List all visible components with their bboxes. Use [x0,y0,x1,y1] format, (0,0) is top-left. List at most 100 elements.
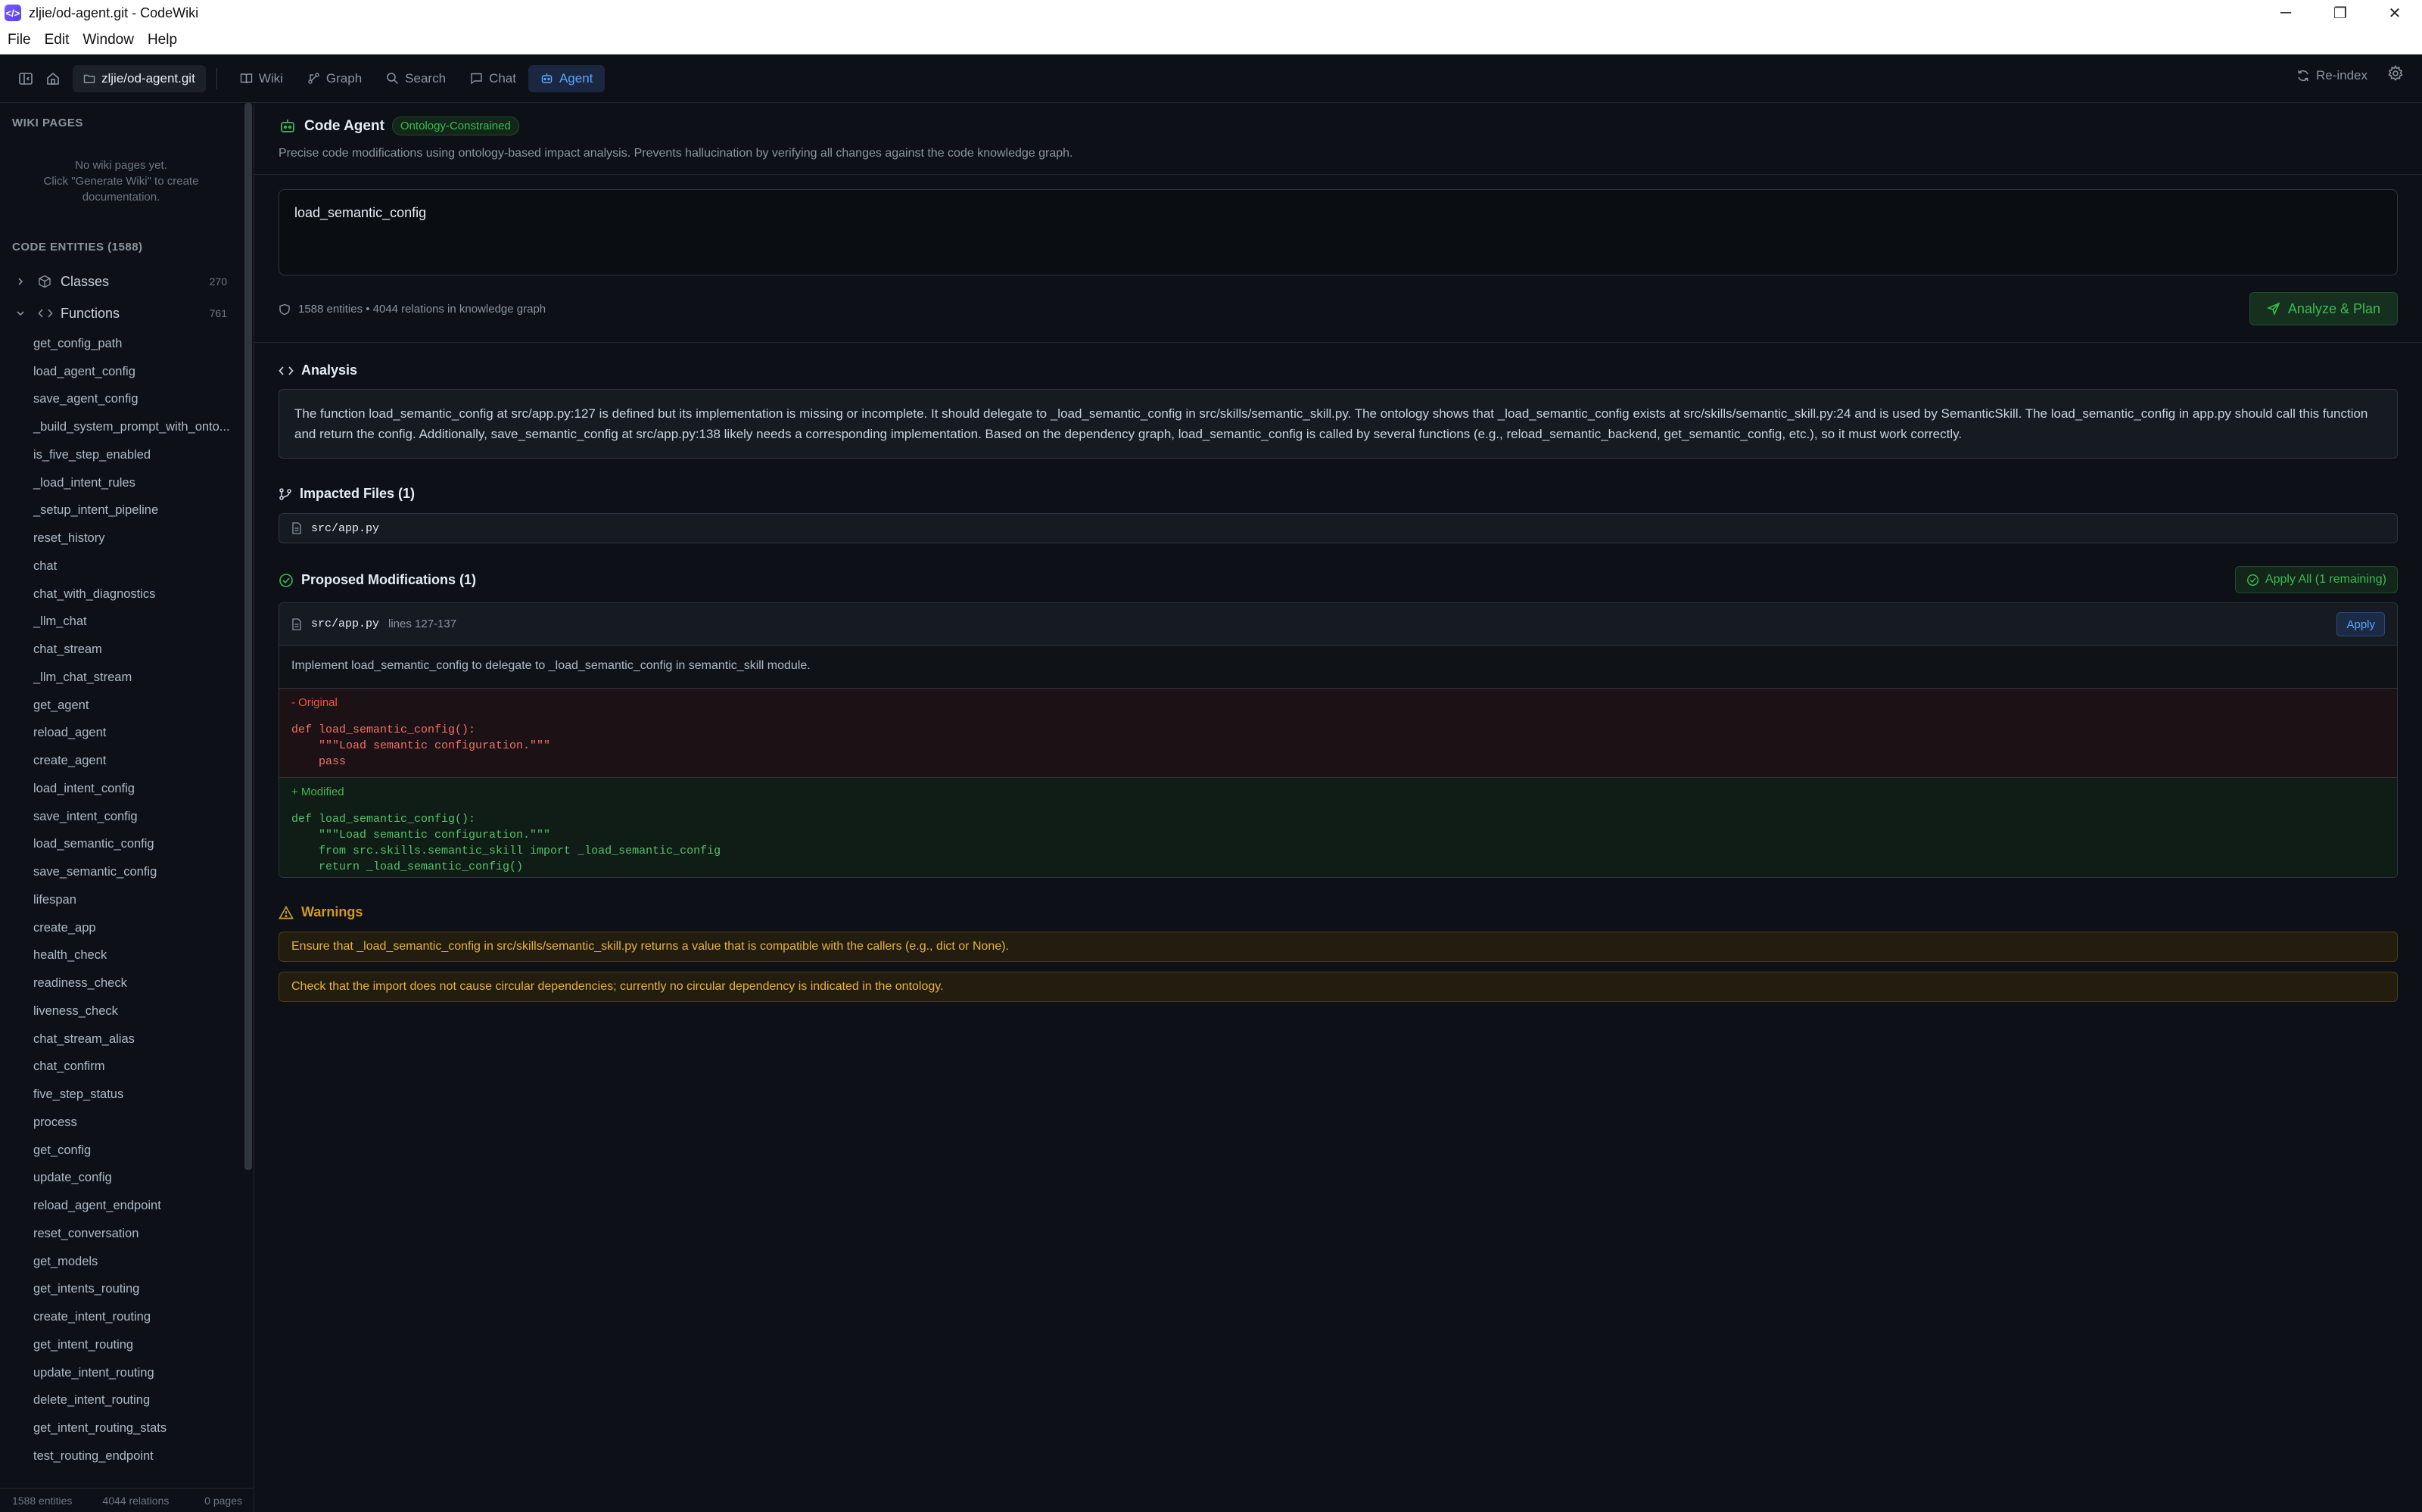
function-list-item[interactable]: save_agent_config [0,386,242,414]
function-list-item[interactable]: update_intent_routing [0,1359,242,1387]
menu-bar: File Edit Window Help [0,26,2422,54]
function-list-item[interactable]: chat_stream [0,636,242,664]
sidebar-toggle-icon[interactable] [12,65,39,92]
impacted-file-name: src/app.py [311,521,380,535]
sidebar-scrollbar[interactable] [244,103,252,1170]
tab-agent[interactable]: Agent [528,64,606,92]
function-list-item[interactable]: get_agent [0,692,242,720]
function-list-item[interactable]: lifespan [0,886,242,914]
function-list-item[interactable]: readiness_check [0,969,242,997]
original-code: def load_semantic_config(): """Load sema… [291,723,551,768]
minimize-icon[interactable]: ─ [2259,0,2313,26]
reindex-button[interactable]: Re-index [2296,68,2368,83]
sidebar-footer: 1588 entities 4044 relations 0 pages [0,1488,254,1512]
search-icon [387,73,399,85]
function-list-item[interactable]: chat_with_diagnostics [0,580,242,608]
close-icon[interactable]: ✕ [2368,0,2422,26]
function-list-item[interactable]: reload_agent [0,720,242,748]
app-logo-icon: </> [5,5,21,21]
analysis-heading: Analysis [279,362,357,378]
menu-edit[interactable]: Edit [45,32,70,48]
check-circle-icon [279,573,293,587]
function-list-item[interactable]: five_step_status [0,1081,242,1109]
menu-window[interactable]: Window [82,32,134,48]
function-list-item[interactable]: load_semantic_config [0,831,242,859]
function-list-item[interactable]: get_intents_routing [0,1276,242,1304]
sidebar-group-classes[interactable]: Classes 270 [0,268,242,295]
refresh-icon [2298,70,2308,81]
maximize-icon[interactable]: ❐ [2313,0,2368,26]
function-list-item[interactable]: get_config [0,1137,242,1165]
function-list-item[interactable]: process [0,1109,242,1137]
function-list-item[interactable]: test_routing_endpoint [0,1442,242,1470]
window-titlebar: </> zljie/od-agent.git - CodeWiki ─ ❐ ✕ [0,0,2422,26]
diff-original: - Original def load_semantic_config(): "… [279,688,2397,777]
function-list-item[interactable]: liveness_check [0,997,242,1025]
function-list-item[interactable]: create_app [0,914,242,942]
function-list-item[interactable]: load_agent_config [0,358,242,386]
chat-icon [471,73,482,85]
tab-label: Graph [325,70,363,86]
home-icon[interactable] [39,65,67,92]
functions-label: Functions [61,305,120,321]
function-list-item[interactable]: save_semantic_config [0,858,242,886]
sidebar-group-functions[interactable]: Functions 761 [0,300,242,327]
apply-all-button[interactable]: Apply All (1 remaining) [2234,566,2398,593]
tab-search[interactable]: Search [374,65,458,92]
function-list-item[interactable]: reload_agent_endpoint [0,1192,242,1220]
toolbar-right: Re-index [2296,64,2404,86]
function-list-item[interactable]: _setup_intent_pipeline [0,497,242,525]
function-list-item[interactable]: _llm_chat_stream [0,664,242,692]
modification-lines: lines 127-137 [388,618,457,630]
function-list-item[interactable]: health_check [0,942,242,970]
analyze-plan-button[interactable]: Analyze & Plan [2249,292,2398,325]
function-list-item[interactable]: create_intent_routing [0,1303,242,1331]
function-list-item[interactable]: chat_confirm [0,1053,242,1081]
function-list-item[interactable]: reset_history [0,524,242,552]
modification-header: src/app.py lines 127-137 Apply [279,603,2397,646]
warning-triangle-icon [279,905,294,919]
function-list-item[interactable]: chat [0,552,242,580]
graph-stats: 1588 entities • 4044 relations in knowle… [279,303,546,316]
function-list-item[interactable]: _load_intent_rules [0,469,242,497]
query-input[interactable]: load_semantic_config [279,189,2398,275]
wiki-empty-line: documentation. [82,191,160,204]
section-divider [254,342,2422,343]
agent-panel: Code Agent Ontology-Constrained Precise … [254,103,2422,1512]
impacted-file-item[interactable]: src/app.py [279,513,2398,543]
function-list-item[interactable]: get_intent_routing [0,1331,242,1359]
function-list-item[interactable]: get_intent_routing_stats [0,1414,242,1442]
original-label: - Original [291,696,338,709]
menu-file[interactable]: File [8,32,31,48]
function-list-item[interactable]: load_intent_config [0,775,242,803]
tab-chat[interactable]: Chat [458,65,528,92]
repo-name: zljie/od-agent.git [101,70,195,86]
graph-stats-text: 1588 entities • 4044 relations in knowle… [298,303,546,316]
function-list-item[interactable]: create_agent [0,747,242,775]
graph-icon [308,73,319,84]
function-list: get_config_path load_agent_config save_age… [0,330,242,1470]
function-list-item[interactable]: _build_system_prompt_with_onto... [0,413,242,441]
menu-help[interactable]: Help [148,32,177,48]
function-list-item[interactable]: delete_intent_routing [0,1387,242,1415]
settings-gear-icon[interactable] [2387,64,2404,86]
function-list-item[interactable]: update_config [0,1165,242,1193]
analyze-plan-label: Analyze & Plan [2287,300,2380,316]
function-list-item[interactable]: _llm_chat [0,608,242,636]
agent-header: Code Agent Ontology-Constrained [279,117,519,135]
function-list-item[interactable]: chat_stream_alias [0,1025,242,1053]
repo-selector[interactable]: zljie/od-agent.git [73,64,206,92]
tab-graph[interactable]: Graph [295,65,374,92]
function-list-item[interactable]: is_five_step_enabled [0,441,242,469]
function-list-item[interactable]: reset_conversation [0,1220,242,1248]
function-list-item[interactable]: get_models [0,1248,242,1276]
apply-button[interactable]: Apply [2336,612,2385,636]
shield-icon [279,303,290,315]
modified-code: def load_semantic_config(): """Load sema… [291,813,721,873]
function-list-item[interactable]: save_intent_config [0,803,242,831]
tab-label: Wiki [258,70,283,86]
chevron-right-icon [15,276,38,287]
function-list-item[interactable]: get_config_path [0,330,242,358]
tab-wiki[interactable]: Wiki [228,65,295,92]
agent-title: Code Agent [304,117,384,134]
